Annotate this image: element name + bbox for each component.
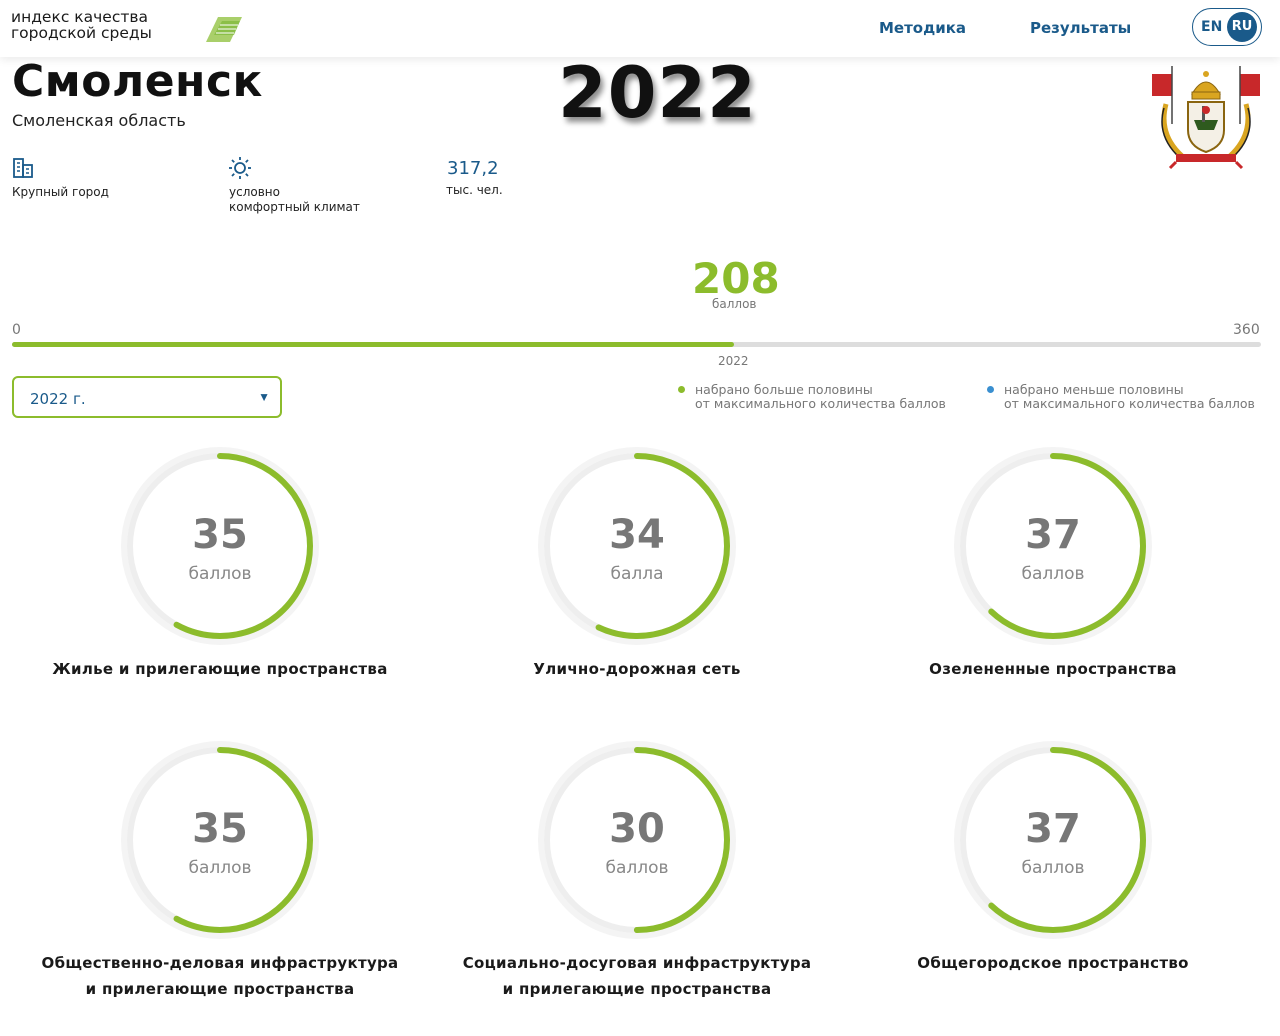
category-score-unit: баллов [188, 858, 252, 878]
category-score-unit: балла [610, 564, 664, 584]
category-title-line-2: и прилегающие пространства [85, 980, 355, 998]
category-title: Общественно-деловая инфраструктура и прил… [10, 950, 430, 1002]
dropdown-arrow-icon[interactable]: ▼ [258, 390, 270, 404]
site-logo-text[interactable]: индекс качества городской среды [11, 9, 152, 41]
logo-line-2: городской среды [11, 24, 152, 42]
legend-item-less-half: набрано меньше половины от максимального… [987, 382, 1255, 411]
category-score-value: 34 [609, 512, 665, 558]
population-value: 317,2 [447, 158, 499, 179]
city-title: Смоленск [12, 56, 263, 107]
city-size-label: Крупный город [12, 185, 109, 199]
score-progress-track [12, 342, 1261, 347]
lang-option-en[interactable]: EN [1201, 19, 1222, 35]
category-title-line-1: Улично-дорожная сеть [533, 660, 741, 678]
climate-label: условно комфортный климат [229, 185, 360, 215]
sun-icon [229, 157, 251, 179]
category-score-unit: баллов [188, 564, 252, 584]
climate-line-1: условно [229, 185, 280, 199]
category-score-unit: баллов [1021, 858, 1085, 878]
category-title: Жилье и прилегающие пространства [10, 656, 430, 682]
legend-less-line-1: набрано меньше половины [1004, 382, 1184, 397]
legend-more-line-1: набрано больше половины [695, 382, 873, 397]
category-score-value: 37 [1025, 512, 1081, 558]
category-score-value: 35 [192, 512, 248, 558]
total-score-value: 208 [692, 254, 780, 303]
category-title-line-1: Общественно-деловая инфраструктура [41, 954, 399, 972]
year-select[interactable]: 2022 г. ▼ [12, 376, 282, 418]
category-title-line-2: и прилегающие пространства [502, 980, 772, 998]
category-title: Социально-досуговая инфраструктура и прил… [427, 950, 847, 1002]
region-name: Смоленская область [12, 111, 186, 130]
category-score-unit: баллов [1021, 564, 1085, 584]
scale-max-label: 360 [1233, 322, 1260, 338]
legend-less-line-2: от максимального количества баллов [1004, 396, 1255, 411]
green-dot-icon [678, 386, 685, 393]
logo-mark-icon[interactable] [204, 13, 244, 43]
progress-year-label: 2022 [718, 354, 749, 368]
climate-line-2: комфортный климат [229, 200, 360, 214]
category-title: Озелененные пространства [843, 656, 1263, 682]
score-progress-fill [12, 342, 734, 347]
category-score-value: 35 [192, 806, 248, 852]
category-title-line-1: Общегородское пространство [917, 954, 1189, 972]
category-title-line-1: Озелененные пространства [929, 660, 1177, 678]
total-score-unit: баллов [712, 297, 757, 311]
language-switch[interactable]: EN RU [1192, 8, 1262, 46]
category-title-line-1: Социально-досуговая инфраструктура [462, 954, 812, 972]
category-title-line-1: Жилье и прилегающие пространства [52, 660, 388, 678]
blue-dot-icon [987, 386, 994, 393]
logo-line-1: индекс качества [11, 8, 149, 26]
category-title: Общегородское пространство [843, 950, 1263, 976]
nav-link-results[interactable]: Результаты [1030, 19, 1131, 37]
scale-min-label: 0 [12, 322, 21, 338]
year-overlay-text: 2022 [558, 52, 757, 134]
legend-more-line-2: от максимального количества баллов [695, 396, 946, 411]
category-score-value: 30 [609, 806, 665, 852]
category-title: Улично-дорожная сеть [427, 656, 847, 682]
category-score-unit: баллов [605, 858, 669, 878]
nav-link-method[interactable]: Методика [879, 19, 966, 37]
building-icon [13, 158, 33, 178]
legend-item-more-half: набрано больше половины от максимального… [678, 382, 946, 411]
year-select-value: 2022 г. [30, 390, 86, 408]
site-header: индекс качества городской среды Методика… [0, 0, 1280, 57]
city-coat-of-arms-icon [1152, 66, 1260, 170]
lang-option-ru[interactable]: RU [1227, 12, 1257, 42]
category-score-value: 37 [1025, 806, 1081, 852]
population-unit: тыс. чел. [446, 183, 503, 197]
